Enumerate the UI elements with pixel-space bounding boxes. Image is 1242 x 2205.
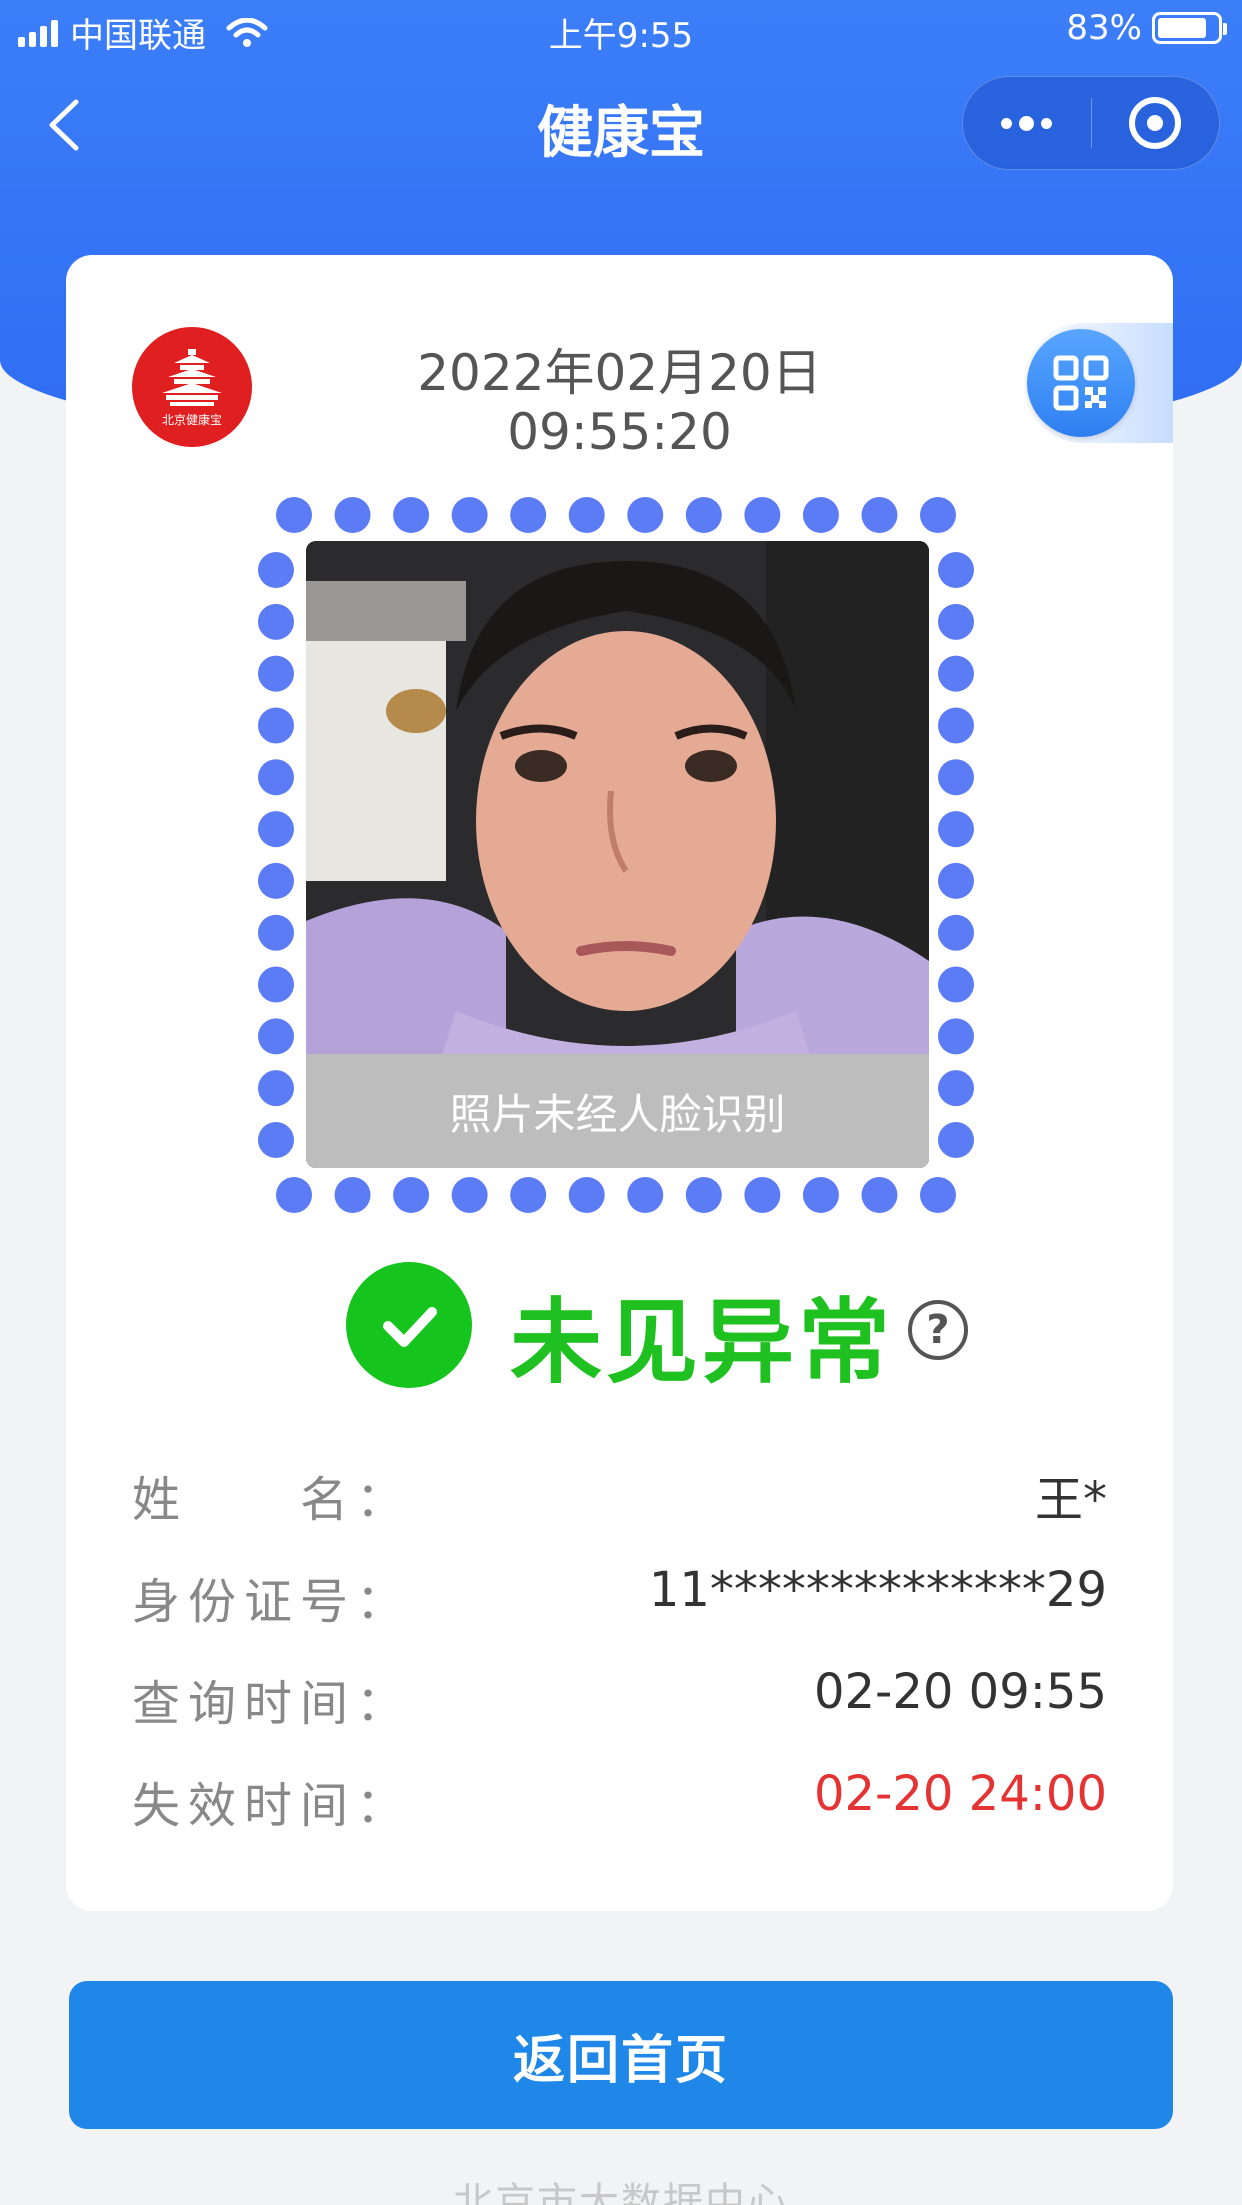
- frame-dot: [861, 497, 898, 533]
- frame-dot: [938, 811, 974, 848]
- frame-dot: [451, 497, 488, 533]
- frame-dot: [938, 707, 974, 744]
- frame-dot: [258, 1122, 294, 1158]
- info-row-id: 身份证号： 11**************29: [132, 1562, 1107, 1632]
- frame-dot: [938, 966, 974, 1003]
- status-right: 83%: [1066, 8, 1227, 48]
- expire-time-value: 02-20 24:00: [813, 1766, 1107, 1822]
- more-dots-icon: [1001, 115, 1053, 131]
- frame-dot: [938, 603, 974, 640]
- battery-percent: 83%: [1066, 8, 1142, 48]
- frame-dot: [685, 1177, 722, 1213]
- frame-dot: [510, 1177, 547, 1213]
- frame-dot: [451, 1177, 488, 1213]
- footer-text: 北京市大数据中心: [453, 2180, 789, 2205]
- frame-dot: [744, 1177, 781, 1213]
- time-text: 09:55:20: [507, 403, 732, 461]
- frame-dot: [938, 759, 974, 796]
- frame-dot: [258, 707, 294, 744]
- info-row-query-time: 查询时间： 02-20 09:55: [132, 1664, 1107, 1734]
- frame-dot: [861, 1177, 898, 1213]
- frame-dot: [938, 862, 974, 899]
- frame-dot: [258, 1018, 294, 1055]
- query-time-value: 02-20 09:55: [813, 1664, 1107, 1720]
- frame-dot: [938, 1122, 974, 1158]
- frame-dot: [258, 811, 294, 848]
- frame-dot: [938, 914, 974, 951]
- qr-code-button[interactable]: [1023, 323, 1173, 443]
- frame-dot: [258, 862, 294, 899]
- frame-dot: [920, 1177, 956, 1213]
- frame-dot: [802, 1177, 839, 1213]
- frame-dot: [334, 497, 371, 533]
- frame-dot: [938, 1018, 974, 1055]
- expire-time-label: 失效时间：: [132, 1778, 413, 1834]
- check-icon: [346, 1262, 472, 1388]
- frame-dot: [258, 1070, 294, 1107]
- frame-dot: [568, 1177, 605, 1213]
- user-photo: 照片未经人脸识别: [306, 541, 929, 1168]
- frame-dot: [627, 1177, 664, 1213]
- frame-dot: [938, 552, 974, 588]
- frame-dot: [276, 497, 312, 533]
- name-label: 姓 名：: [132, 1472, 413, 1528]
- status-bar: 中国联通 上午9:55 83%: [0, 0, 1242, 58]
- target-icon: [1129, 97, 1182, 149]
- battery-icon: [1152, 12, 1227, 44]
- name-value: 王*: [1034, 1472, 1107, 1528]
- frame-dot: [938, 655, 974, 692]
- mini-program-capsule: [962, 76, 1220, 170]
- status-text: 未见异常: [510, 1289, 895, 1396]
- return-home-button[interactable]: 返回首页: [69, 1981, 1173, 2129]
- frame-dot: [258, 552, 294, 588]
- frame-dot: [510, 497, 547, 533]
- info-row-expire-time: 失效时间： 02-20 24:00: [132, 1766, 1107, 1836]
- frame-dot: [258, 655, 294, 692]
- id-label: 身份证号：: [132, 1574, 413, 1630]
- photo-caption: 照片未经人脸识别: [306, 1054, 929, 1168]
- frame-dot: [568, 497, 605, 533]
- frame-dot: [920, 497, 956, 533]
- frame-dot: [276, 1177, 312, 1213]
- frame-dot: [258, 966, 294, 1003]
- health-card: 北京健康宝 2022年02月20日 09:55:20 照片未经人脸识别 未见异常…: [66, 255, 1173, 1911]
- query-time-label: 查询时间：: [132, 1676, 413, 1732]
- id-value: 11**************29: [648, 1562, 1107, 1618]
- more-button[interactable]: [963, 76, 1091, 170]
- status-time: 上午9:55: [548, 16, 694, 56]
- health-status: 未见异常 ?: [66, 1260, 1173, 1396]
- frame-dot: [744, 497, 781, 533]
- qr-code-icon: [1027, 329, 1135, 437]
- battery-fill: [1158, 18, 1207, 38]
- frame-dot: [938, 1070, 974, 1107]
- close-button[interactable]: [1091, 76, 1219, 170]
- frame-dot: [258, 914, 294, 951]
- frame-dot: [393, 497, 430, 533]
- frame-dot: [393, 1177, 430, 1213]
- frame-dot: [258, 759, 294, 796]
- frame-dot: [258, 603, 294, 640]
- date-text: 2022年02月20日: [417, 344, 822, 402]
- help-icon[interactable]: ?: [908, 1300, 968, 1360]
- frame-dot: [334, 1177, 371, 1213]
- frame-dot: [802, 497, 839, 533]
- frame-dot: [685, 497, 722, 533]
- info-row-name: 姓 名： 王*: [132, 1460, 1107, 1530]
- frame-dot: [627, 497, 664, 533]
